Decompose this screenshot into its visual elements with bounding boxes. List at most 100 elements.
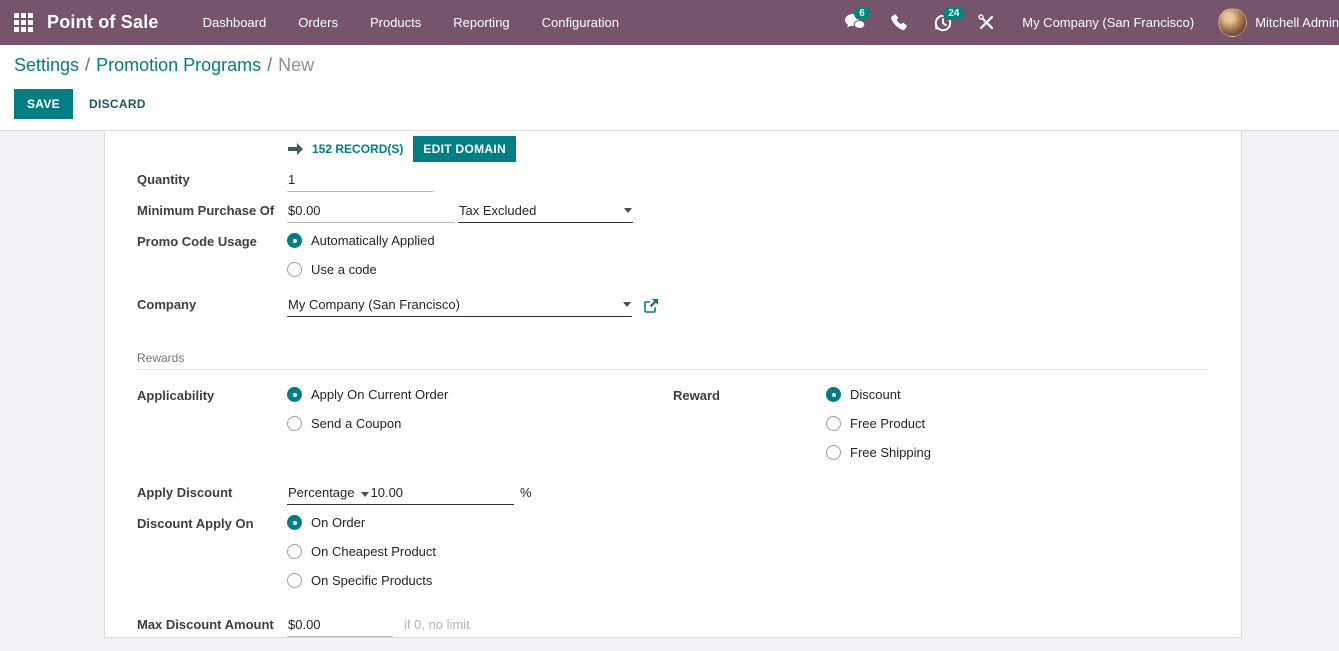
app-title[interactable]: Point of Sale [47,12,159,33]
radio-unchecked-icon[interactable] [287,573,302,588]
quantity-row: Quantity 1 [137,169,1209,192]
section-divider [137,369,1209,370]
rewards-section-separator: Rewards [137,351,1209,370]
chevron-down-icon [361,492,369,497]
breadcrumb-promotion-programs[interactable]: Promotion Programs [96,55,261,75]
apps-grid-icon [14,13,33,32]
radio-use-a-code[interactable]: Use a code [287,260,435,279]
max-discount-helper: if 0, no limit [404,617,470,632]
reward-radio-group: Discount Free Product Free Shipping [826,385,931,472]
chevron-down-icon [624,208,632,213]
applicability-row: Applicability Apply On Current Order Sen… [137,385,673,472]
apply-discount-input-group: Percentage 10.00 [287,482,514,505]
discount-apply-on-label: Discount Apply On [137,513,287,531]
company-row: Company My Company (San Francisco) [137,294,1209,317]
max-discount-input[interactable]: $0.00 [287,614,393,637]
top-navbar: Point of Sale Dashboard Orders Products … [0,0,1339,45]
min-purchase-row: Minimum Purchase Of $0.00 Tax Excluded [137,200,1209,223]
records-count-label: 152 RECORD(S) [312,142,403,156]
messages-button[interactable]: 6 [832,0,878,45]
breadcrumb-separator: / [267,55,272,75]
activities-badge: 24 [943,7,964,20]
quantity-label: Quantity [137,169,287,187]
applicability-reward-group: Applicability Apply On Current Order Sen… [137,385,1209,472]
action-buttons: SAVE DISCARD [14,89,1325,119]
tools-icon [978,14,995,31]
user-menu[interactable]: Mitchell Admin [1212,8,1339,37]
chevron-down-icon [623,302,631,307]
menu-orders[interactable]: Orders [282,0,354,45]
arrow-right-icon [288,143,303,155]
apply-discount-row: Apply Discount Percentage 10.00 % [137,482,1209,505]
breadcrumb: Settings / Promotion Programs / New [14,55,1325,76]
promotion-program-form: 152 RECORD(S) EDIT DOMAIN Quantity 1 Min… [104,131,1242,638]
reward-row: Reward Discount Free Product Free Shippi… [673,385,1209,472]
applicability-radio-group: Apply On Current Order Send a Coupon [287,385,448,443]
tax-mode-value: Tax Excluded [459,202,536,219]
menu-products[interactable]: Products [354,0,437,45]
menu-dashboard[interactable]: Dashboard [187,0,283,45]
radio-checked-icon[interactable] [287,515,302,530]
radio-send-a-coupon[interactable]: Send a Coupon [287,414,448,433]
discount-type-select[interactable]: Percentage [288,484,355,501]
radio-unchecked-icon[interactable] [287,262,302,277]
discount-value-input[interactable]: 10.00 [371,484,404,501]
external-link-icon[interactable] [644,299,658,313]
promo-code-usage-label: Promo Code Usage [137,231,287,249]
activities-button[interactable]: 24 [921,0,965,45]
radio-checked-icon[interactable] [826,387,841,402]
promo-code-usage-radio-group: Automatically Applied Use a code [287,231,435,289]
promo-code-usage-row: Promo Code Usage Automatically Applied U… [137,231,1209,289]
radio-on-cheapest-product[interactable]: On Cheapest Product [287,542,436,561]
form-view-background: 152 RECORD(S) EDIT DOMAIN Quantity 1 Min… [0,130,1339,651]
rewards-section-title: Rewards [137,351,1209,369]
radio-unchecked-icon[interactable] [826,445,841,460]
applicability-label: Applicability [137,385,287,403]
records-count-link[interactable]: 152 RECORD(S) [288,142,403,156]
apply-discount-label: Apply Discount [137,482,287,500]
min-purchase-input[interactable]: $0.00 [287,200,455,223]
tax-mode-select[interactable]: Tax Excluded [458,200,633,223]
save-button[interactable]: SAVE [14,89,73,119]
phone-button[interactable] [878,0,921,45]
control-panel: Settings / Promotion Programs / New SAVE DIS… [0,45,1339,130]
discard-button[interactable]: DISCARD [73,89,162,119]
radio-automatically-applied[interactable]: Automatically Applied [287,231,435,250]
breadcrumb-current: New [278,55,314,75]
radio-checked-icon[interactable] [287,387,302,402]
menu-configuration[interactable]: Configuration [526,0,635,45]
company-label: Company [137,294,287,312]
radio-unchecked-icon[interactable] [826,416,841,431]
radio-checked-icon[interactable] [287,233,302,248]
menu-reporting[interactable]: Reporting [437,0,525,45]
apps-menu-button[interactable] [0,13,47,32]
max-discount-row: Max Discount Amount $0.00 if 0, no limit [137,614,1209,637]
company-value: My Company (San Francisco) [288,296,460,313]
navbar-right: 6 24 My Company (San Francis [832,0,1339,45]
radio-free-product[interactable]: Free Product [826,414,931,433]
user-avatar [1218,8,1247,37]
radio-discount[interactable]: Discount [826,385,931,404]
company-select[interactable]: My Company (San Francisco) [287,294,632,317]
discount-apply-on-row: Discount Apply On On Order On Cheapest P… [137,513,1209,600]
messages-badge: 6 [854,7,870,20]
radio-unchecked-icon[interactable] [287,416,302,431]
radio-apply-on-current-order[interactable]: Apply On Current Order [287,385,448,404]
discount-apply-on-radio-group: On Order On Cheapest Product On Specific… [287,513,436,600]
phone-icon [891,14,908,31]
debug-tools-button[interactable] [965,0,1008,45]
breadcrumb-settings[interactable]: Settings [14,55,79,75]
radio-unchecked-icon[interactable] [287,544,302,559]
breadcrumb-separator: / [85,55,90,75]
edit-domain-button[interactable]: EDIT DOMAIN [413,136,516,162]
radio-on-specific-products[interactable]: On Specific Products [287,571,436,590]
company-switcher[interactable]: My Company (San Francisco) [1008,15,1212,30]
main-menu: Dashboard Orders Products Reporting Conf… [187,0,635,45]
domain-records-row: 152 RECORD(S) EDIT DOMAIN [288,135,1209,162]
radio-on-order[interactable]: On Order [287,513,436,532]
min-purchase-label: Minimum Purchase Of [137,200,287,218]
radio-free-shipping[interactable]: Free Shipping [826,443,931,462]
reward-label: Reward [673,385,826,403]
user-name: Mitchell Admin [1255,15,1339,30]
quantity-input[interactable]: 1 [287,169,434,192]
